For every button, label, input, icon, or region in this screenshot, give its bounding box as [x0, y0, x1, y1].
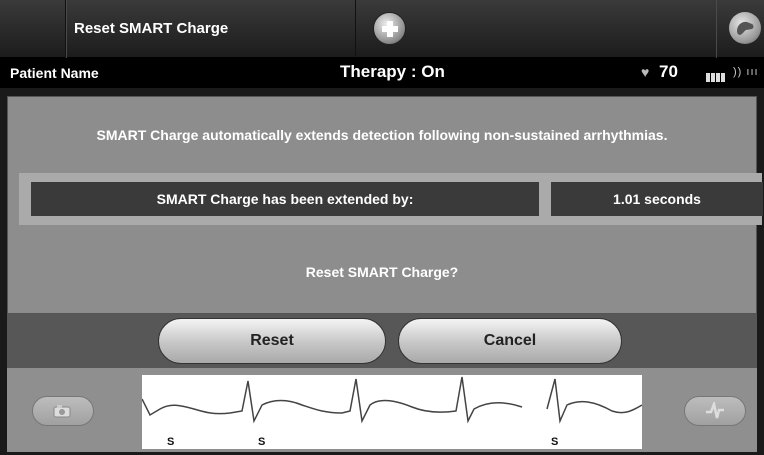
title-bar: Reset SMART Charge [0, 0, 764, 58]
beat-marker: S [167, 436, 175, 448]
title-bar-segment-left [0, 0, 66, 58]
extension-value: 1.01 seconds [551, 182, 763, 216]
cancel-button[interactable]: Cancel [398, 318, 622, 364]
extension-label: SMART Charge has been extended by: [31, 182, 539, 216]
dialog-message: SMART Charge automatically extends detec… [96, 127, 668, 143]
battery-icon [706, 69, 728, 82]
patient-name: Patient Name [10, 65, 99, 81]
reset-button[interactable]: Reset [158, 318, 386, 364]
heart-icon: ♥ [641, 64, 650, 80]
camera-icon[interactable] [32, 396, 94, 426]
ecg-bar: S S S [7, 368, 757, 452]
plus-circle-icon[interactable] [373, 12, 406, 45]
smart-charge-dialog: SMART Charge automatically extends detec… [7, 96, 763, 314]
ecg-strip: S S S [142, 375, 642, 449]
shock-icon[interactable] [684, 396, 746, 426]
telemetry-signal-icon: )) ııı [733, 66, 759, 78]
beat-marker: S [258, 436, 266, 448]
screen-title: Reset SMART Charge [74, 20, 229, 37]
reset-question: Reset SMART Charge? [305, 264, 459, 280]
ecg-trace [142, 376, 642, 424]
therapy-status: Therapy : On [340, 62, 445, 81]
beat-marker: S [551, 436, 559, 448]
status-bar: Patient Name Therapy : On ♥ 70 )) ııı [0, 58, 764, 88]
heart-rate-value: 70 [659, 62, 678, 81]
extension-row: SMART Charge has been extended by: 1.01 … [19, 173, 763, 225]
hand-icon[interactable] [729, 12, 761, 44]
button-bar: Reset Cancel [7, 314, 757, 368]
